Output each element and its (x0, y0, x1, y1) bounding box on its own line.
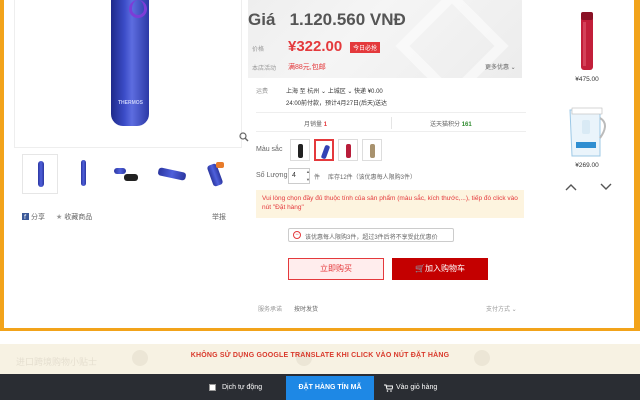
sales-stats: 月销量 1 送天猫积分 161 (256, 112, 526, 132)
go-to-cart-link[interactable]: Vào giỏ hàng (396, 384, 437, 391)
cart-icon: 🛒 (415, 264, 425, 273)
more-offers-link[interactable]: 更多优惠 ⌄ (485, 62, 516, 71)
thumbnail-2[interactable] (66, 154, 102, 194)
delivery-estimate: 24:00前付款，预计4月27日(后天)送达 (286, 101, 388, 107)
thumbnail-5[interactable] (198, 154, 234, 194)
thumbnail-3[interactable] (110, 154, 146, 194)
recommendation-2[interactable]: ¥269.00 (560, 104, 614, 176)
vnd-price-line: Giá 1.120.560 VNĐ (248, 10, 406, 30)
auto-translate-checkbox[interactable] (209, 384, 216, 391)
minus-circle-icon: − (293, 231, 301, 239)
chevron-down-icon[interactable] (600, 182, 612, 192)
tmall-points: 送天猫积分 161 (430, 122, 472, 128)
frame-left-border (0, 0, 4, 330)
vnd-price: 1.120.560 VNĐ (289, 10, 406, 29)
translate-warning: KHÔNG SỬ DỤNG GOOGLE TRANSLATE KHI CLICK… (190, 352, 450, 359)
bottle-lid-ring (129, 0, 147, 18)
star-icon: ★ (56, 214, 63, 221)
stock-info: 库存12件（该优惠每人限购3件） (328, 175, 417, 181)
red-bottle-icon (581, 12, 593, 70)
report-link[interactable]: 举报 (212, 212, 226, 222)
service-label: 服务承诺 (258, 307, 283, 313)
share-icon: f (22, 213, 29, 220)
favorite-link[interactable]: ★ 收藏商品 (56, 212, 92, 222)
payment-methods[interactable]: 支付方式 ⌄ (486, 304, 517, 313)
buy-now-button[interactable]: 立即购买 (288, 258, 384, 280)
ship-time-link[interactable]: 按时发货 (294, 304, 318, 313)
color-label: Màu sắc (256, 146, 283, 153)
chevron-up-icon[interactable] (565, 182, 577, 192)
shipping-route[interactable]: 上海 至 杭州 ⌄ 上城区 ⌄ 快递 ¥0.00 (286, 86, 383, 95)
stats-divider (391, 117, 392, 129)
price-label: 价格 (252, 47, 265, 53)
quantity-label: Số Lượng (256, 172, 288, 179)
gia-label: Giá (248, 10, 276, 29)
purchase-limit-notice: − 该优惠每人限购3件，超过3件后将不享受此优惠价 (288, 228, 454, 242)
frame-right-border (634, 0, 640, 330)
quantity-unit: 件 (314, 175, 321, 181)
recommendation-1[interactable]: ¥475.00 (560, 8, 614, 88)
color-swatch-4[interactable] (362, 139, 382, 161)
thumbnail-1[interactable] (22, 154, 58, 194)
zoom-icon[interactable] (239, 132, 249, 142)
bottle-image (111, 0, 149, 126)
cart-icon[interactable] (384, 384, 393, 392)
product-page: THERMOS f 分享 ★ 收藏商品 举报 Giá 1.120.560 VNĐ… (0, 0, 640, 400)
add-to-cart-button[interactable]: 🛒加入购物车 (392, 258, 488, 280)
attribute-warning: Vui lòng chọn đầy đủ thuộc tính của sản … (256, 190, 524, 218)
quantity-stepper[interactable]: ▲ ▼ (306, 168, 310, 184)
thumbnail-strip (14, 152, 242, 196)
chevron-down-icon: ⌄ (510, 307, 517, 313)
promo-price: ¥322.00 (288, 38, 343, 55)
shipping-label: 运费 (256, 89, 269, 95)
chevron-down-icon: ⌄ (509, 65, 516, 71)
activity-label: 本店活动 (252, 66, 277, 72)
color-swatch-3[interactable] (338, 139, 358, 161)
main-product-image[interactable]: THERMOS (14, 0, 249, 148)
monthly-sales: 月销量 1 (304, 122, 328, 128)
color-swatch-2-selected[interactable] (314, 139, 334, 161)
frame-bottom-border (0, 328, 640, 331)
bottle-brand-mark: THERMOS (118, 100, 143, 106)
today-badge: 今日必抢 (350, 42, 381, 53)
thumbnail-4[interactable] (154, 154, 190, 194)
water-pitcher-icon (569, 107, 606, 157)
activity-text: 满88元,包邮 (288, 64, 326, 71)
share-link[interactable]: f 分享 (22, 212, 45, 222)
color-swatch-1[interactable] (290, 139, 310, 161)
order-button[interactable]: ĐẶT HÀNG TÍN MÃ (286, 376, 374, 400)
auto-translate-label[interactable]: Dịch tự động (222, 384, 262, 391)
price-panel: Giá 1.120.560 VNĐ 价格 ¥322.00 今日必抢 本店活动 满… (248, 0, 522, 78)
